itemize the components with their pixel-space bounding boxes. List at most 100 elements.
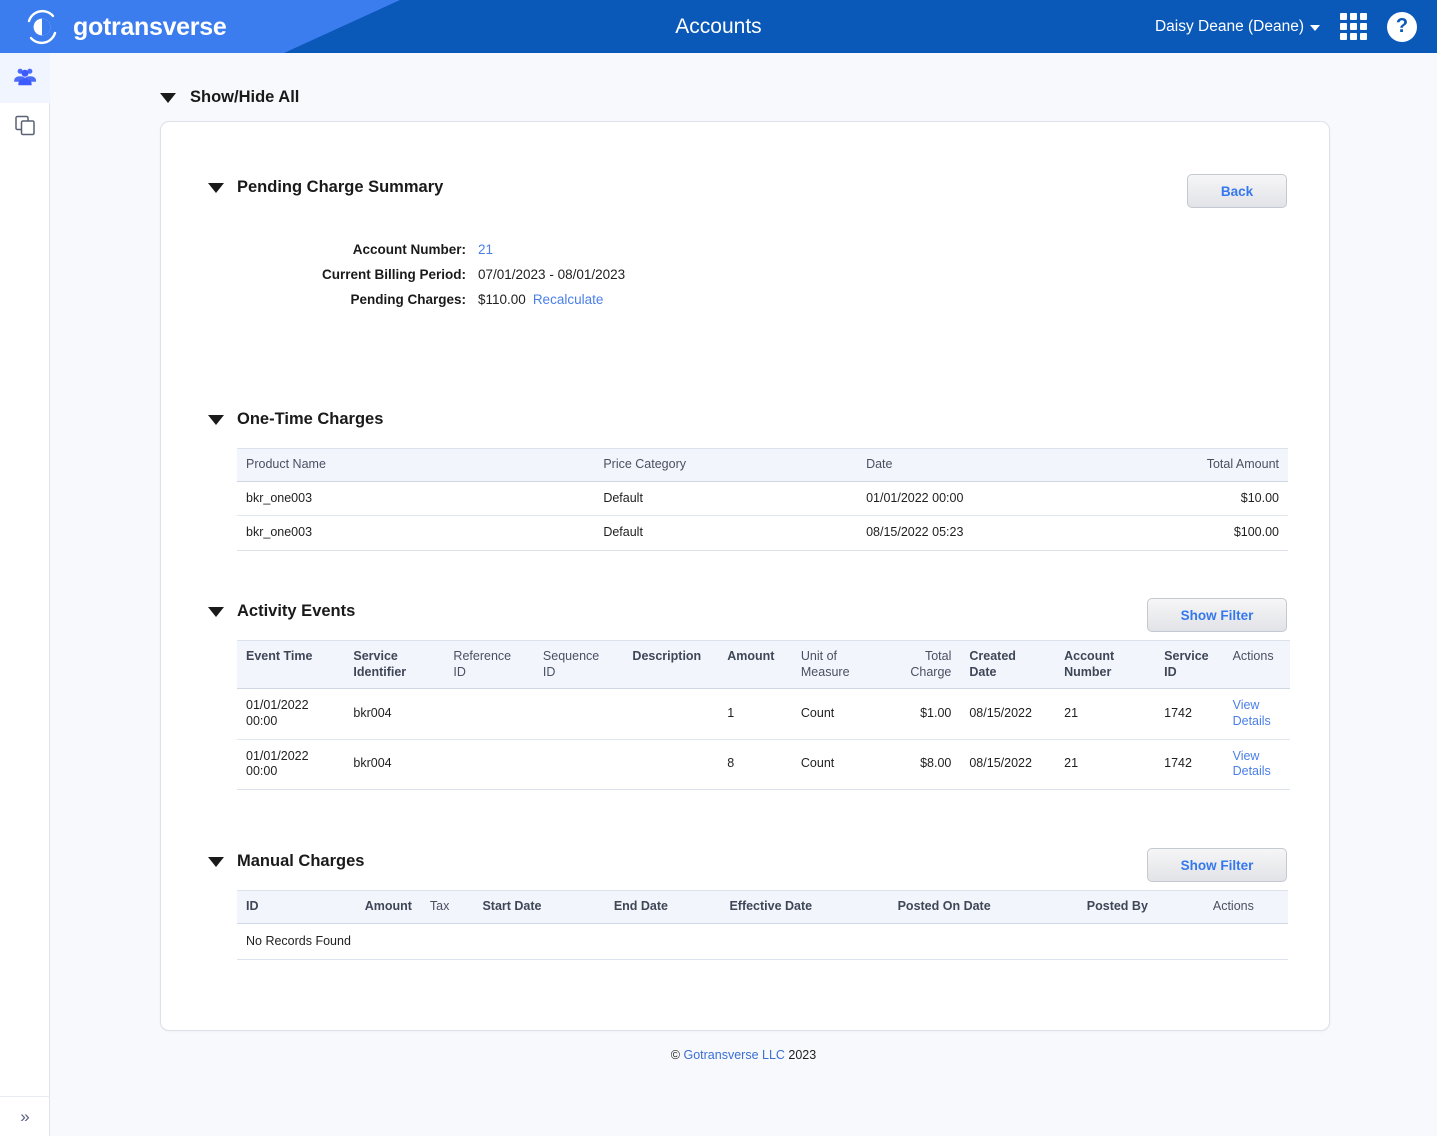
one-time-charges-table: Product Name Price Category Date Total A… — [237, 448, 1288, 551]
section-activity-events-header[interactable]: Activity Events — [208, 602, 355, 621]
account-number-link[interactable]: 21 — [478, 242, 493, 257]
section-title-manual-charges: Manual Charges — [237, 852, 365, 870]
col-amount: Amount — [326, 890, 421, 924]
cell-description — [623, 739, 719, 790]
cell-date: 08/15/2022 05:23 — [857, 515, 1131, 551]
field-label: Pending Charges: — [350, 292, 466, 307]
sidebar-item-accounts[interactable] — [0, 53, 50, 103]
field-label: Current Billing Period: — [321, 267, 466, 282]
manual-charges-table: ID Amount Tax Start Date End Date Effect… — [237, 890, 1288, 961]
col-price-category: Price Category — [594, 448, 858, 482]
activity-events-show-filter-button[interactable]: Show Filter — [1147, 598, 1287, 632]
table-row[interactable]: bkr_one003 Default 08/15/2022 05:23 $100… — [237, 515, 1288, 551]
brand-name: gotransverse — [73, 12, 227, 41]
table-row[interactable]: bkr_one003 Default 01/01/2022 00:00 $10.… — [237, 481, 1288, 517]
cell-total-amount: $100.00 — [1130, 515, 1288, 551]
cell-sequence-id — [533, 739, 624, 790]
one-time-charges-table-wrap: Product Name Price Category Date Total A… — [237, 448, 1288, 551]
col-effective-date: Effective Date — [720, 890, 889, 924]
cell-account-number: 21 — [1055, 688, 1156, 740]
field-account-number: Account Number: 21 — [208, 242, 908, 257]
caret-down-icon — [208, 856, 224, 867]
manual-charges-table-wrap: ID Amount Tax Start Date End Date Effect… — [237, 890, 1288, 961]
activity-events-table: Event Time Service Identifier Reference … — [237, 639, 1290, 790]
cell-product-name: bkr_one003 — [237, 515, 595, 551]
section-title-activity-events: Activity Events — [237, 602, 356, 620]
app-root: gotransverse Accounts Daisy Deane (Deane… — [0, 0, 1437, 1136]
col-total-charge: Total Charge — [881, 639, 961, 690]
field-pending-charges: Pending Charges: $110.00 Recalculate — [208, 292, 908, 307]
cell-service-identifier: bkr004 — [344, 739, 445, 790]
cell-created-date: 08/15/2022 — [960, 688, 1056, 740]
col-tax: Tax — [420, 890, 474, 924]
sidebar-item-documents[interactable] — [0, 103, 50, 153]
content-card: Pending Charge Summary Back Account Numb… — [160, 121, 1330, 1031]
caret-down-icon — [160, 92, 176, 103]
view-details-link[interactable]: View Details — [1223, 739, 1290, 790]
col-account-number: Account Number — [1055, 639, 1156, 690]
footer-year: 2023 — [788, 1048, 817, 1062]
section-pending-charge-summary-header[interactable]: Pending Charge Summary — [208, 178, 443, 197]
section-one-time-charges-header[interactable]: One-Time Charges — [208, 410, 383, 429]
section-manual-charges-header[interactable]: Manual Charges — [208, 852, 364, 871]
col-event-time: Event Time — [237, 639, 345, 690]
user-menu[interactable]: Daisy Deane (Deane) — [1155, 18, 1320, 36]
brand-logo[interactable]: gotransverse — [23, 8, 227, 46]
col-unit-of-measure: Unit of Measure — [791, 639, 882, 690]
pending-charges-value: $110.00 — [478, 292, 526, 307]
field-current-billing-period: Current Billing Period: 07/01/2023 - 08/… — [208, 267, 908, 282]
cell-sequence-id — [533, 688, 624, 740]
section-title-one-time-charges: One-Time Charges — [237, 410, 384, 428]
help-glyph: ? — [1395, 15, 1409, 37]
cell-amount: 8 — [718, 739, 792, 790]
col-created-date: Created Date — [960, 639, 1056, 690]
col-service-id: Service ID — [1155, 639, 1224, 690]
cell-total-amount: $10.00 — [1130, 481, 1288, 517]
manual-charges-show-filter-button[interactable]: Show Filter — [1147, 848, 1287, 882]
caret-down-icon — [208, 606, 224, 617]
sidebar-expand-button[interactable]: » — [0, 1096, 50, 1136]
col-id: ID — [237, 890, 327, 924]
gotransverse-logo-icon — [23, 8, 61, 46]
cell-reference-id — [444, 688, 534, 740]
current-billing-period-value: 07/01/2023 - 08/01/2023 — [478, 267, 626, 282]
caret-down-icon — [208, 414, 224, 425]
page-footer: © Gotransverse LLC 2023 — [50, 1048, 1437, 1062]
user-name-label: Daisy Deane (Deane) — [1154, 17, 1304, 35]
cell-unit-of-measure: Count — [791, 688, 882, 740]
view-details-link[interactable]: View Details — [1223, 688, 1290, 740]
activity-events-table-wrap: Event Time Service Identifier Reference … — [237, 639, 1290, 790]
show-hide-all-toggle[interactable]: Show/Hide All — [160, 88, 299, 107]
table-body: 01/01/2022 00:00 bkr004 1 Count $1.00 08… — [237, 688, 1290, 790]
left-sidebar: » — [0, 53, 50, 1136]
col-posted-on-date: Posted On Date — [888, 890, 1078, 924]
col-actions: Actions — [1223, 639, 1290, 690]
help-circle-icon[interactable]: ? — [1387, 11, 1417, 42]
main-content: Show/Hide All Pending Charge Summary Bac… — [50, 53, 1437, 1136]
table-header-row: Product Name Price Category Date Total A… — [237, 448, 1288, 482]
users-group-icon — [13, 66, 37, 91]
company-link[interactable]: Gotransverse LLC — [683, 1048, 784, 1062]
cell-service-identifier: bkr004 — [344, 688, 445, 740]
table-header: Product Name Price Category Date Total A… — [237, 448, 1288, 482]
col-posted-by: Posted By — [1077, 890, 1204, 924]
back-button[interactable]: Back — [1187, 174, 1287, 208]
recalculate-link[interactable]: Recalculate — [533, 292, 604, 307]
cell-unit-of-measure: Count — [791, 739, 882, 790]
field-label: Account Number: — [352, 242, 466, 257]
table-row[interactable]: 01/01/2022 00:00 bkr004 1 Count $1.00 08… — [237, 688, 1290, 740]
apps-grid-icon[interactable] — [1340, 13, 1367, 40]
cell-event-time: 01/01/2022 00:00 — [237, 688, 345, 740]
table-row[interactable]: 01/01/2022 00:00 bkr004 8 Count $8.00 08… — [237, 739, 1290, 790]
col-service-identifier: Service Identifier — [344, 639, 445, 690]
cell-price-category: Default — [594, 481, 858, 517]
show-hide-all-label: Show/Hide All — [190, 88, 300, 106]
cell-service-id: 1742 — [1155, 739, 1224, 790]
cell-price-category: Default — [594, 515, 858, 551]
col-end-date: End Date — [604, 890, 721, 924]
table-header-row: Event Time Service Identifier Reference … — [237, 639, 1290, 690]
section-title-pending-charge-summary: Pending Charge Summary — [237, 178, 444, 196]
col-reference-id: Reference ID — [444, 639, 534, 690]
header-actions: Daisy Deane (Deane) ? — [1155, 0, 1417, 53]
col-total-amount: Total Amount — [1130, 448, 1288, 482]
